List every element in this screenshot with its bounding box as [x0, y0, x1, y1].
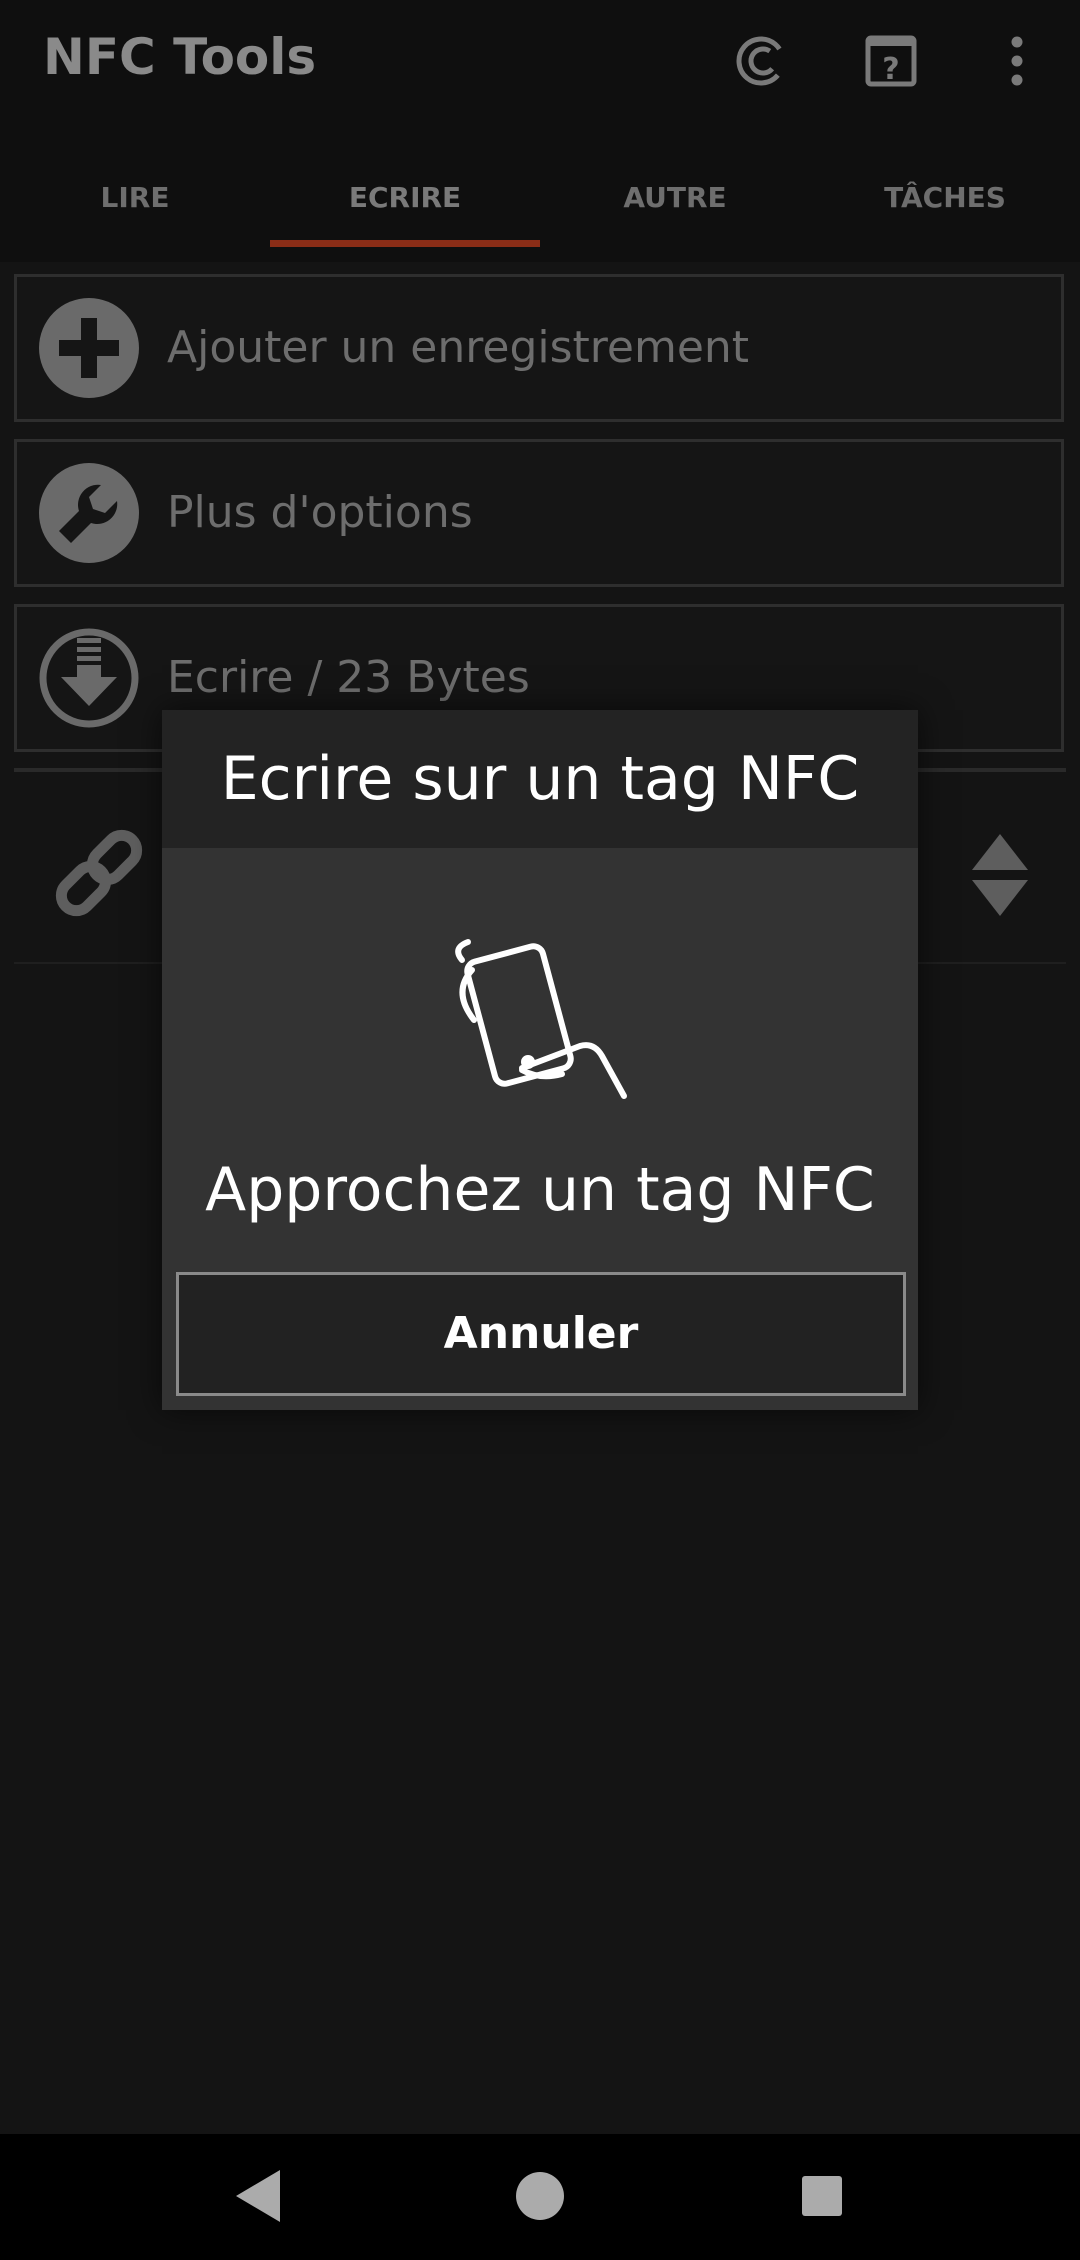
- dialog-title: Ecrire sur un tag NFC: [220, 744, 860, 814]
- wrench-icon: [39, 463, 139, 563]
- add-record-label: Ajouter un enregistrement: [167, 322, 750, 373]
- tab-lire[interactable]: LIRE: [0, 168, 270, 248]
- system-nav-bar: [0, 2134, 1080, 2260]
- more-options-label: Plus d'options: [167, 487, 473, 538]
- app-bar: NFC Tools ? LIRE ECRIRE AUTRE TÂCHES: [0, 0, 1080, 262]
- reorder-icon[interactable]: [970, 832, 1030, 918]
- download-icon: [39, 628, 139, 728]
- recents-icon[interactable]: [782, 2156, 862, 2236]
- more-options-button[interactable]: Plus d'options: [14, 439, 1064, 587]
- back-icon[interactable]: [218, 2156, 298, 2236]
- more-vert-icon[interactable]: [986, 30, 1048, 92]
- selected-tab-indicator: [270, 240, 540, 247]
- help-icon[interactable]: ?: [860, 30, 922, 92]
- home-icon[interactable]: [500, 2156, 580, 2236]
- dialog-message: Approchez un tag NFC: [205, 1155, 875, 1225]
- link-icon: [44, 818, 154, 928]
- tab-autre[interactable]: AUTRE: [540, 168, 810, 248]
- tab-ecrire[interactable]: ECRIRE: [270, 168, 540, 248]
- add-circle-icon: [39, 298, 139, 398]
- tab-taches[interactable]: TÂCHES: [810, 168, 1080, 248]
- app-title: NFC Tools: [43, 28, 317, 86]
- credits-icon[interactable]: [730, 30, 792, 92]
- svg-text:?: ?: [882, 52, 899, 87]
- nfc-phone-hand-icon: [432, 930, 652, 1110]
- write-nfc-dialog: Ecrire sur un tag NFC Approchez un tag N…: [162, 710, 918, 1410]
- tab-bar: LIRE ECRIRE AUTRE TÂCHES: [0, 168, 1080, 248]
- cancel-button[interactable]: Annuler: [176, 1272, 906, 1396]
- dialog-header: Ecrire sur un tag NFC: [162, 710, 918, 848]
- add-record-button[interactable]: Ajouter un enregistrement: [14, 274, 1064, 422]
